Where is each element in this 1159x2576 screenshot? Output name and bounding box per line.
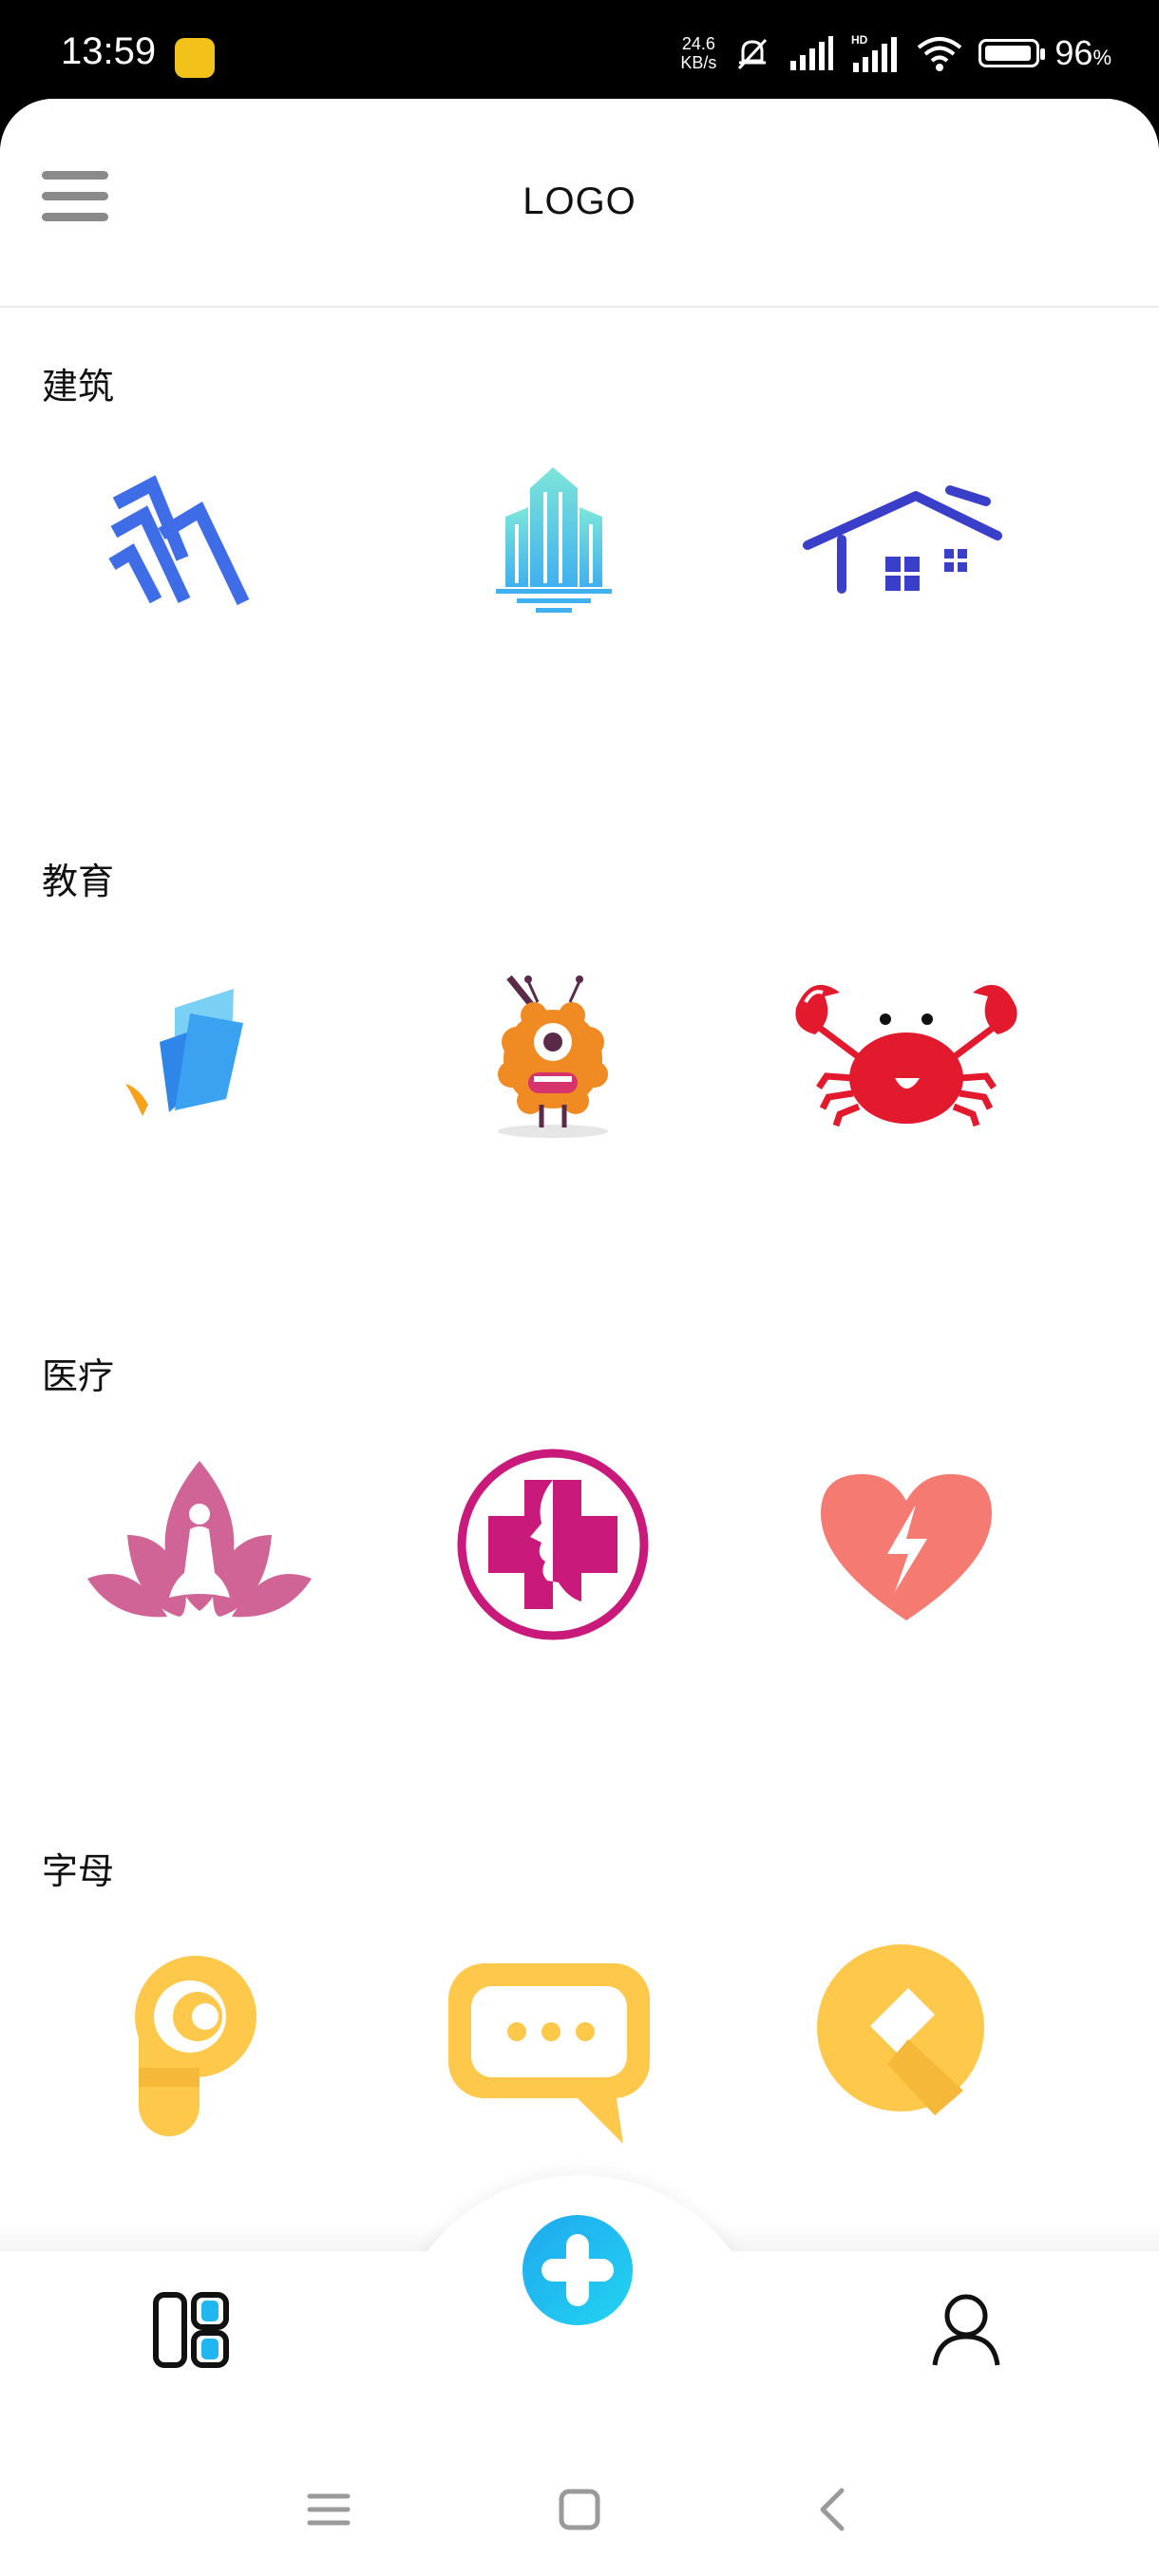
- skyscraper-logo[interactable]: [429, 441, 676, 669]
- status-time: 13:59: [61, 30, 157, 72]
- house-icon: [803, 485, 1002, 594]
- medical-cross-face-logo[interactable]: [429, 1430, 676, 1658]
- status-bar: 13:59 24.6 KB/s HD 96%: [0, 0, 1159, 104]
- network-speed: 24.6 KB/s: [680, 34, 717, 72]
- book-logo[interactable]: [76, 936, 323, 1164]
- letter-p-logo[interactable]: [76, 1925, 323, 2153]
- category-title: 字母: [42, 1850, 115, 1892]
- letter-q-logo[interactable]: [783, 1925, 1030, 2153]
- monster-mascot-logo[interactable]: [429, 936, 676, 1164]
- medical-cross-face-icon: [457, 1449, 649, 1640]
- category-title: 教育: [42, 861, 115, 902]
- menu-lines-icon: [307, 2493, 351, 2526]
- heart-lightning-icon: [821, 1474, 992, 1620]
- chat-bubble-logo[interactable]: [429, 1925, 676, 2153]
- user-profile-icon: [932, 2294, 1000, 2366]
- menu-line: [42, 171, 108, 180]
- recent-apps-button[interactable]: [300, 2481, 357, 2538]
- app-header: LOGO: [0, 99, 1159, 308]
- mute-bell-icon: [738, 38, 768, 70]
- page-title: LOGO: [522, 180, 636, 222]
- battery-icon: [978, 39, 1046, 67]
- building-mountain-icon: [108, 475, 250, 606]
- crab-icon: [795, 984, 1017, 1127]
- app-notification-icon: [175, 38, 215, 78]
- tab-templates[interactable]: [152, 2291, 230, 2369]
- chat-bubble-icon: [448, 1963, 650, 2144]
- logo-category-list: 建筑 教育 医疗 字母: [0, 308, 1159, 2287]
- category-title: 医疗: [42, 1355, 115, 1397]
- letter-q-icon: [817, 1944, 984, 2115]
- templates-grid-icon: [153, 2292, 229, 2368]
- svg-text:HD: HD: [851, 33, 868, 47]
- skyscraper-icon: [496, 467, 612, 613]
- logo-row: [0, 1430, 1159, 1658]
- wifi-icon: [918, 37, 962, 71]
- system-navigation-bar: [0, 2432, 1159, 2576]
- battery-percentage: 96%: [1054, 33, 1112, 72]
- category-section-medical: 医疗: [0, 1297, 1159, 1792]
- building-mountain-logo[interactable]: [76, 441, 323, 669]
- lotus-meditation-logo[interactable]: [76, 1430, 323, 1658]
- add-plus-icon: [522, 2215, 633, 2325]
- lotus-meditation-icon: [87, 1461, 312, 1618]
- monster-mascot-icon: [498, 975, 608, 1138]
- category-section-education: 教育: [0, 803, 1159, 1297]
- book-icon: [125, 989, 243, 1116]
- cell-signal-hd-icon: HD: [851, 33, 898, 72]
- category-section-architecture: 建筑: [0, 308, 1159, 803]
- logo-row: [0, 1925, 1159, 2153]
- crab-logo[interactable]: [783, 936, 1030, 1164]
- tab-profile[interactable]: [927, 2291, 1005, 2369]
- add-logo-button[interactable]: [521, 2213, 635, 2327]
- category-title: 建筑: [42, 366, 115, 407]
- back-button[interactable]: [806, 2481, 863, 2538]
- cell-signal-icon: [790, 36, 834, 70]
- home-square-icon: [559, 2489, 600, 2530]
- back-chevron-icon: [820, 2488, 845, 2531]
- letter-p-icon: [135, 1956, 256, 2136]
- logo-row: [0, 936, 1159, 1164]
- logo-row: [0, 441, 1159, 669]
- home-button[interactable]: [551, 2481, 608, 2538]
- house-logo[interactable]: [783, 441, 1030, 669]
- status-indicators: 24.6 KB/s HD 96%: [680, 32, 1112, 74]
- heart-lightning-logo[interactable]: [783, 1430, 1030, 1658]
